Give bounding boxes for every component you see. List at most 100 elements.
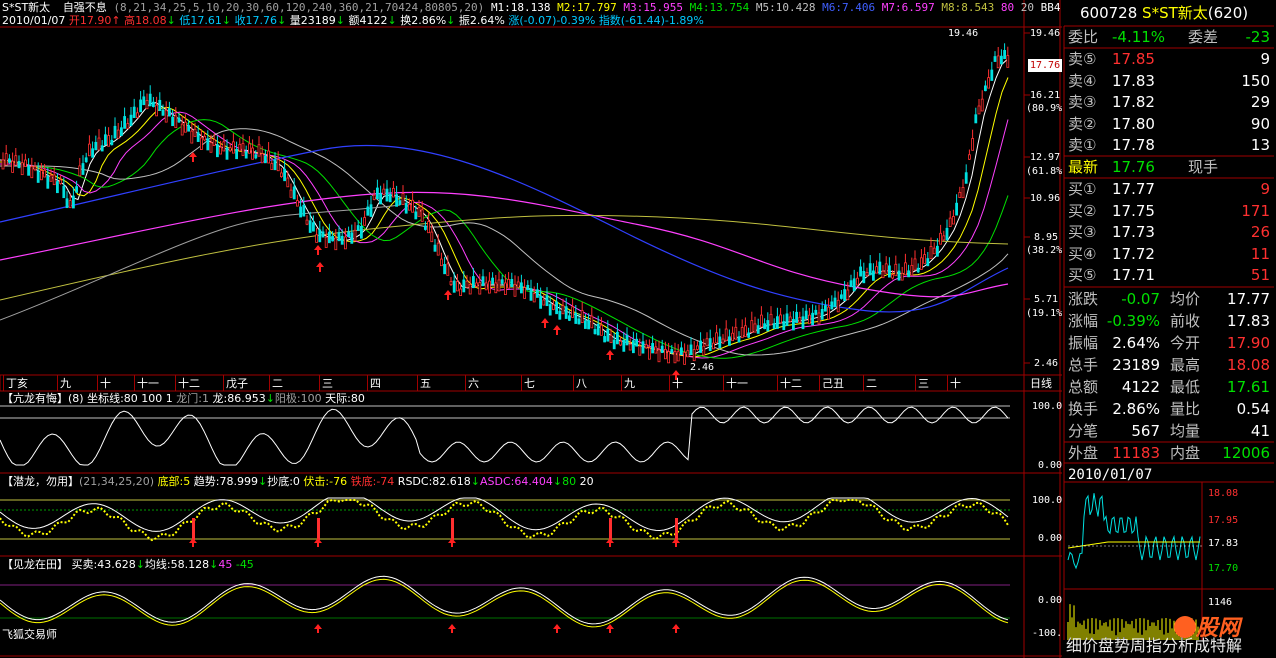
candle-body (827, 306, 830, 320)
stat-row[interactable]: 振幅 2.64% 今开 17.90 (1066, 332, 1274, 354)
buy-row[interactable]: 买⑤ 17.71 51 (1066, 264, 1274, 286)
candle-body (660, 345, 664, 354)
buy-row[interactable]: 买④ 17.72 11 (1066, 243, 1274, 265)
candle-body (273, 159, 277, 171)
candle-body (468, 284, 472, 295)
candle-body (49, 174, 53, 182)
candle-body (260, 153, 264, 164)
candle-body (609, 334, 613, 344)
stat-value: -0.39% (1106, 312, 1160, 330)
candle-body (996, 55, 1000, 69)
sell-row[interactable]: 卖② 17.80 90 (1066, 113, 1274, 135)
sell-level-label: 卖③ (1068, 93, 1097, 111)
candle-body (510, 279, 514, 288)
weibi-value: -4.11% (1112, 28, 1166, 46)
sell-row[interactable]: 卖④ 17.83 150 (1066, 70, 1274, 92)
buy-level-label: 买② (1068, 201, 1097, 220)
weibi-row[interactable]: 委比 -4.11% 委差 -23 (1066, 26, 1274, 48)
buy-arrow-markers (189, 152, 680, 380)
stat-row[interactable]: 涨幅 -0.39% 前收 17.83 (1066, 310, 1274, 332)
panel1-title[interactable]: 【亢龙有悔】 (2, 392, 68, 405)
candle-body (420, 209, 424, 222)
candle-body (142, 96, 146, 106)
panel1-line (0, 406, 1009, 466)
candle-body (1006, 55, 1010, 68)
candle-body (375, 187, 379, 200)
candle-body (545, 294, 549, 307)
sell-price: 17.85 (1112, 50, 1155, 68)
sell-volume: 9 (1260, 50, 1270, 68)
weibi-label: 委比 (1068, 28, 1099, 46)
candle-body (190, 130, 194, 144)
candle-body (920, 257, 923, 270)
candle-body (520, 282, 523, 294)
candle-body (321, 231, 325, 238)
latest-row[interactable]: 最新 17.76 现手 (1066, 156, 1274, 178)
sell-volume: 90 (1250, 114, 1270, 133)
candle-body (68, 200, 72, 209)
index-change-text: 指数(-61.44)-1.89% (598, 14, 704, 27)
candle-body (856, 277, 859, 286)
candle-body (7, 158, 11, 163)
candle-body (411, 199, 415, 213)
candle-body (100, 145, 104, 152)
sell-row[interactable]: 卖③ 17.82 29 (1066, 91, 1274, 113)
stat-row[interactable]: 换手 2.86% 量比 0.54 (1066, 398, 1274, 420)
candle-body (830, 301, 834, 310)
candle-body (596, 323, 600, 336)
candle-body (680, 347, 683, 355)
stat-row[interactable]: 分笔 567 均量 41 (1066, 420, 1274, 442)
candle-body (760, 314, 763, 328)
panel2-header: 【潜龙，勿用】(21,34,25,20) 底部:5 趋势:78.999↓抄底:0… (2, 475, 594, 488)
panel2-title[interactable]: 【潜龙，勿用】 (2, 475, 79, 488)
candle-body (423, 225, 427, 230)
stat-row[interactable]: 涨跌 -0.07 均价 17.77 (1066, 288, 1274, 310)
candle-body (33, 166, 37, 171)
candle-body (862, 270, 866, 284)
candle-body (436, 242, 440, 256)
panel3-axis-top: 0.00 (1038, 595, 1063, 606)
panel3-arrow (314, 624, 322, 633)
sell-level-label: 卖④ (1068, 71, 1097, 90)
month-label: 三 (918, 377, 929, 390)
month-label: 七 (524, 377, 535, 390)
inout-row[interactable]: 外盘 11183 内盘 12006 (1066, 442, 1274, 464)
candle-body (334, 237, 338, 251)
month-label: 戊子 (226, 377, 248, 390)
stat-row[interactable]: 总额 4122 最低 17.61 (1066, 376, 1274, 398)
sell-row[interactable]: 卖⑤ 17.85 9 (1066, 48, 1274, 70)
candle-body (616, 331, 619, 345)
candle-body (286, 177, 290, 188)
panel3-title[interactable]: 【见龙在田】 (2, 558, 68, 571)
candle-body (769, 313, 773, 326)
buy-arrow (553, 325, 561, 335)
watermark-icon (1174, 616, 1196, 638)
candle-body (993, 56, 997, 62)
period-label[interactable]: 日线 (1030, 377, 1052, 390)
buy-row[interactable]: 买① 17.77 9 (1066, 178, 1274, 200)
candle-body (875, 266, 878, 274)
candle-body (148, 93, 152, 107)
month-divider (3, 375, 4, 391)
panel2-bar (451, 518, 454, 540)
sell-row[interactable]: 卖① 17.78 13 (1066, 134, 1274, 156)
candle-body (481, 276, 485, 287)
buy-row[interactable]: 买③ 17.73 26 (1066, 221, 1274, 243)
buy-level-label: 买③ (1068, 223, 1097, 241)
candle-body (801, 316, 805, 330)
buy-row[interactable]: 买② 17.75 171 (1066, 200, 1274, 222)
candle-body (222, 141, 226, 152)
candle-body (798, 316, 802, 323)
candle-body (632, 340, 635, 354)
candle-body (542, 299, 546, 306)
stat-label: 最高 (1170, 356, 1201, 374)
buy-level-label: 买① (1068, 180, 1097, 198)
sell-level-label: 卖⑤ (1068, 50, 1097, 68)
candle-body (817, 312, 821, 325)
candle-body (833, 297, 837, 308)
month-divider (97, 375, 98, 391)
candle-body (606, 328, 610, 342)
candle-body (968, 154, 971, 160)
candle-body (664, 349, 667, 360)
stat-row[interactable]: 总手 23189 最高 18.08 (1066, 354, 1274, 376)
